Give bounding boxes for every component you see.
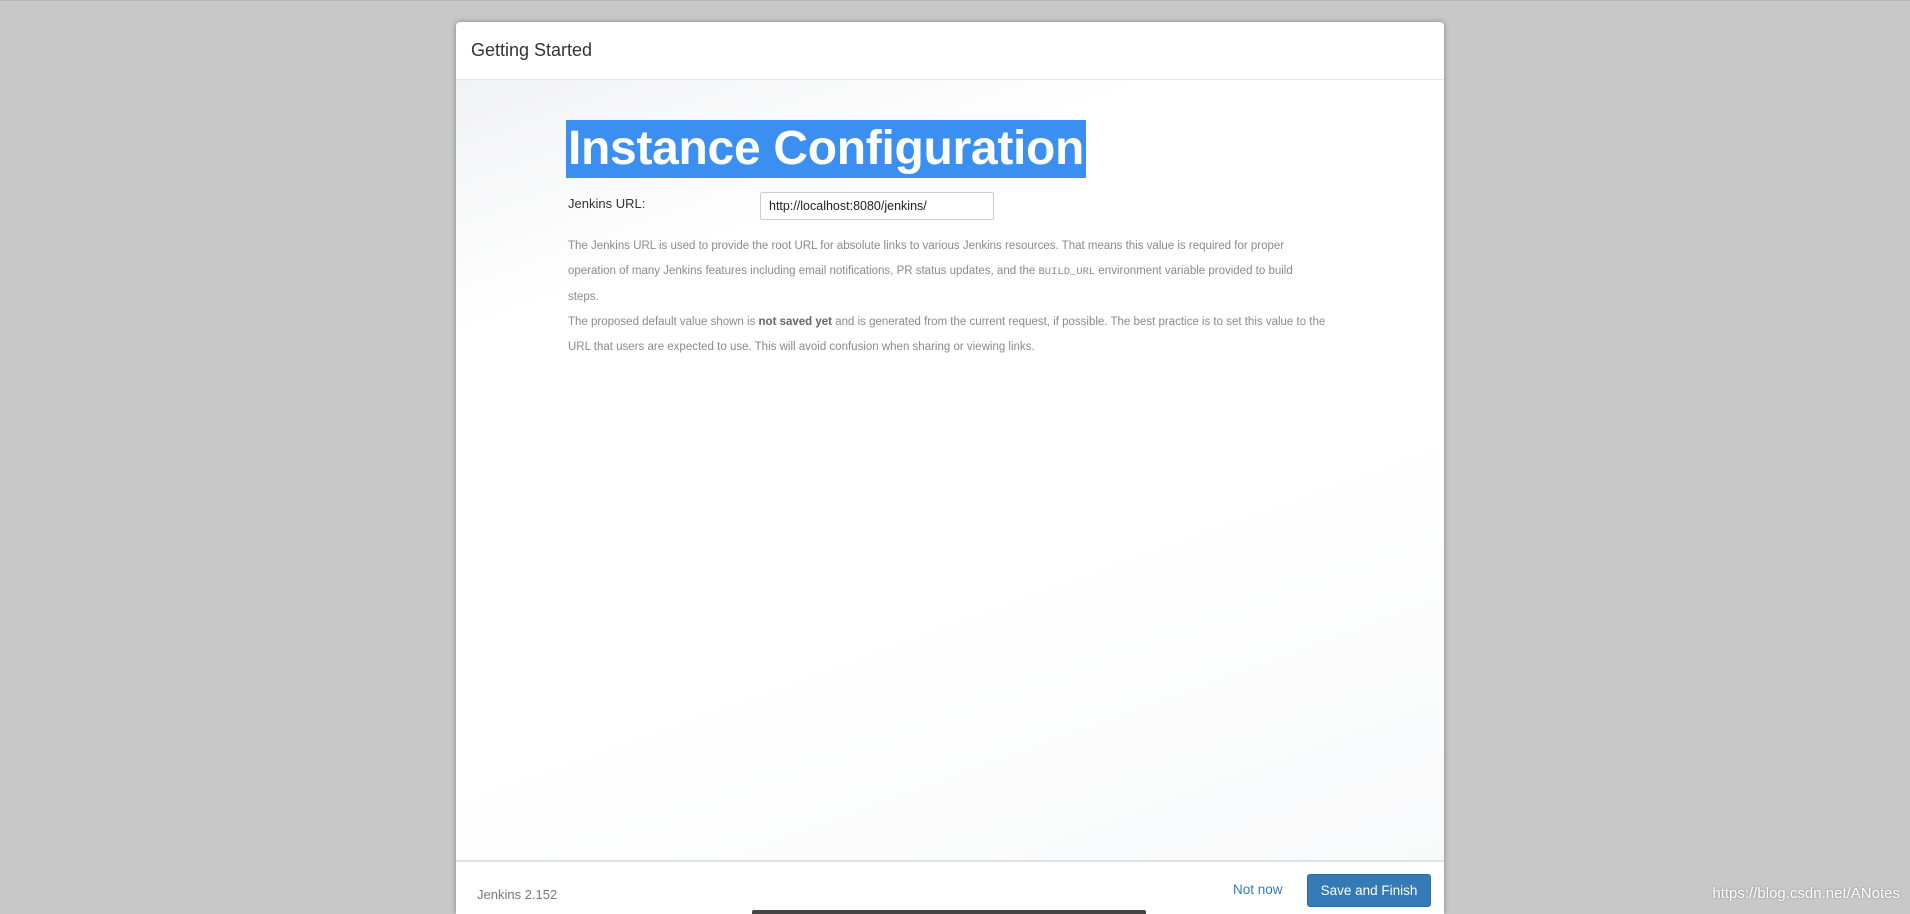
jenkins-version: Jenkins 2.152 <box>477 887 558 902</box>
help-text: The proposed default value shown is <box>568 316 759 328</box>
watermark: https://blog.csdn.net/ANotes <box>1712 885 1900 902</box>
dialog-footer: Jenkins 2.152 Not now Save and Finish <box>456 860 1444 914</box>
build-url-code: BUILD_URL <box>1038 266 1096 278</box>
jenkins-url-help: The Jenkins URL is used to provide the r… <box>566 234 1326 360</box>
jenkins-url-input[interactable] <box>760 192 994 220</box>
not-now-link[interactable]: Not now <box>1233 882 1283 897</box>
dialog-title: Getting Started <box>471 40 593 60</box>
horizontal-scrollbar[interactable] <box>752 910 1146 914</box>
save-and-finish-button[interactable]: Save and Finish <box>1307 874 1431 907</box>
jenkins-url-row: Jenkins URL: <box>566 192 1326 222</box>
not-saved-emphasis: not saved yet <box>758 316 833 328</box>
jenkins-url-label: Jenkins URL: <box>568 196 646 211</box>
help-paragraph-1: The Jenkins URL is used to provide the r… <box>568 234 1326 310</box>
page-title[interactable]: Instance Configuration <box>566 120 1087 178</box>
setup-dialog: Getting Started Instance Configuration J… <box>456 22 1444 914</box>
help-paragraph-2: The proposed default value shown is not … <box>568 310 1326 360</box>
instance-config-panel: Instance Configuration Jenkins URL: The … <box>566 120 1326 360</box>
dialog-body: Instance Configuration Jenkins URL: The … <box>456 80 1444 882</box>
dialog-header: Getting Started <box>456 22 1444 80</box>
